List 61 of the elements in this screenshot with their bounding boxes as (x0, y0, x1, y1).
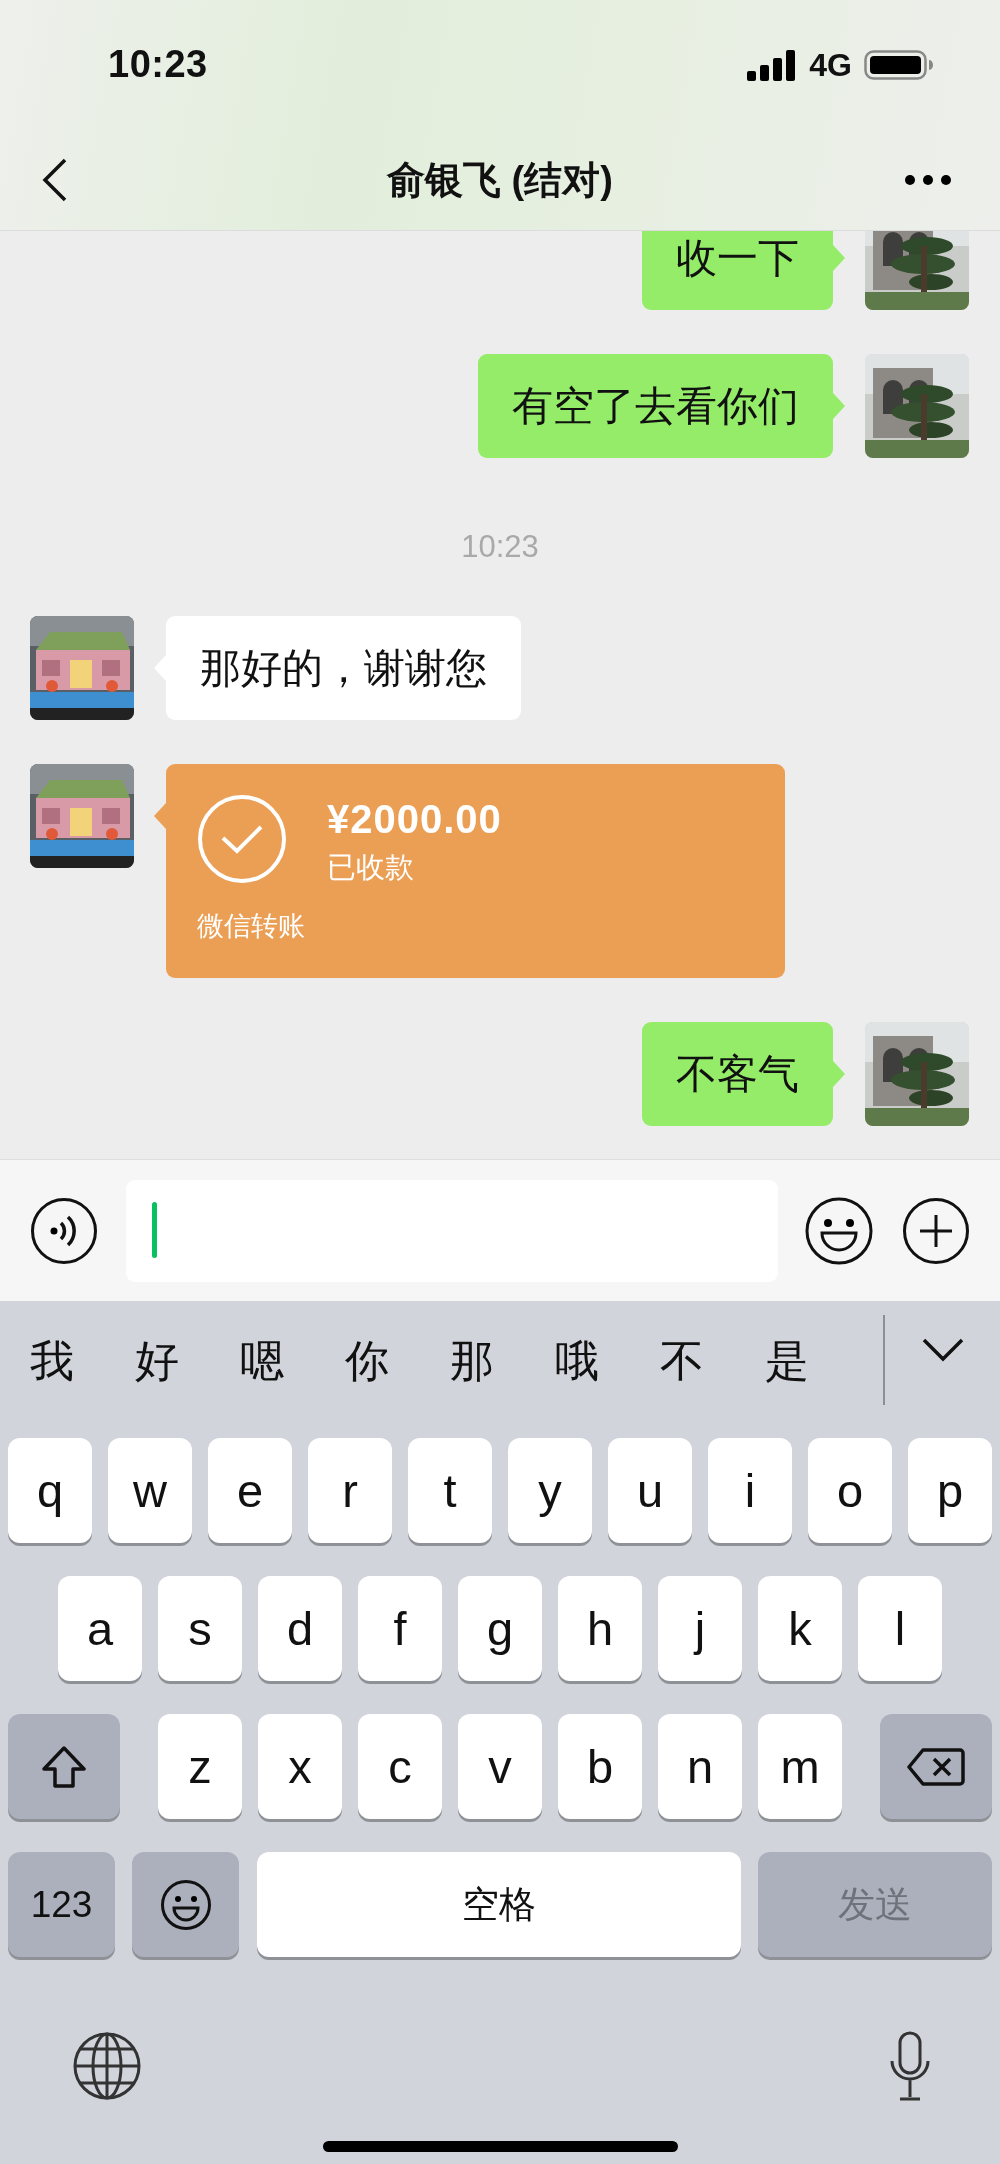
shift-key[interactable] (8, 1714, 120, 1819)
candidate-word[interactable]: 你 (345, 1331, 450, 1391)
message-time: 10:23 (461, 528, 539, 566)
network-label: 4G (809, 46, 852, 84)
emoji-key[interactable] (132, 1852, 240, 1957)
smiley-icon (159, 1878, 212, 1931)
letter-key[interactable]: m (758, 1714, 842, 1819)
letter-key[interactable]: g (458, 1576, 542, 1681)
back-icon[interactable] (42, 158, 68, 202)
transfer-label: 微信转账 (197, 910, 305, 943)
backspace-icon (907, 1746, 965, 1787)
letter-key[interactable]: w (108, 1438, 192, 1543)
signal-icon (747, 49, 798, 81)
letter-key[interactable]: x (258, 1714, 342, 1819)
plus-icon[interactable] (902, 1196, 970, 1265)
letter-key[interactable]: s (158, 1576, 242, 1681)
letter-key[interactable]: l (858, 1576, 942, 1681)
letter-key[interactable]: j (658, 1576, 742, 1681)
more-icon[interactable] (904, 174, 952, 186)
letter-key[interactable]: k (758, 1576, 842, 1681)
candidate-word[interactable]: 我 (30, 1331, 135, 1391)
delete-key[interactable] (880, 1714, 992, 1819)
letter-key[interactable]: u (608, 1438, 692, 1543)
status-time: 10:23 (108, 42, 208, 86)
battery-icon (864, 49, 934, 81)
candidate-word[interactable]: 哦 (555, 1331, 660, 1391)
chevron-down-icon[interactable] (922, 1338, 964, 1362)
candidate-word[interactable]: 好 (135, 1331, 240, 1391)
letter-key[interactable]: b (558, 1714, 642, 1819)
letter-key[interactable]: f (358, 1576, 442, 1681)
space-key[interactable]: 空格 (256, 1852, 741, 1957)
transfer-status: 已收款 (327, 850, 415, 885)
letter-key[interactable]: z (158, 1714, 242, 1819)
letter-key[interactable]: t (408, 1438, 492, 1543)
message-input[interactable] (126, 1179, 778, 1282)
candidate-word[interactable]: 不 (660, 1331, 765, 1391)
letter-key[interactable]: v (458, 1714, 542, 1819)
candidate-word[interactable]: 嗯 (240, 1331, 345, 1391)
letter-key[interactable]: p (908, 1438, 992, 1543)
microphone-icon[interactable] (888, 2031, 932, 2103)
numbers-key[interactable]: 123 (8, 1852, 115, 1957)
smiley-icon[interactable] (804, 1195, 874, 1266)
letter-key[interactable]: c (358, 1714, 442, 1819)
letter-key[interactable]: e (208, 1438, 292, 1543)
voice-icon[interactable] (30, 1196, 98, 1265)
letter-key[interactable]: r (308, 1438, 392, 1543)
letter-key[interactable]: y (508, 1438, 592, 1543)
shift-icon (41, 1744, 87, 1789)
chat-title: 俞银飞 (结对) (387, 158, 613, 201)
letter-key[interactable]: n (658, 1714, 742, 1819)
transfer-amount: ¥2000.00 (327, 796, 502, 843)
candidate-word[interactable]: 那 (450, 1331, 555, 1391)
letter-key[interactable]: o (808, 1438, 892, 1543)
globe-icon[interactable] (72, 2031, 142, 2101)
letter-key[interactable]: h (558, 1576, 642, 1681)
letter-key[interactable]: q (8, 1438, 92, 1543)
letter-key[interactable]: a (58, 1576, 142, 1681)
check-icon (197, 794, 287, 884)
candidate-word[interactable]: 是 (765, 1331, 870, 1391)
letter-key[interactable]: d (258, 1576, 342, 1681)
letter-key[interactable]: i (708, 1438, 792, 1543)
